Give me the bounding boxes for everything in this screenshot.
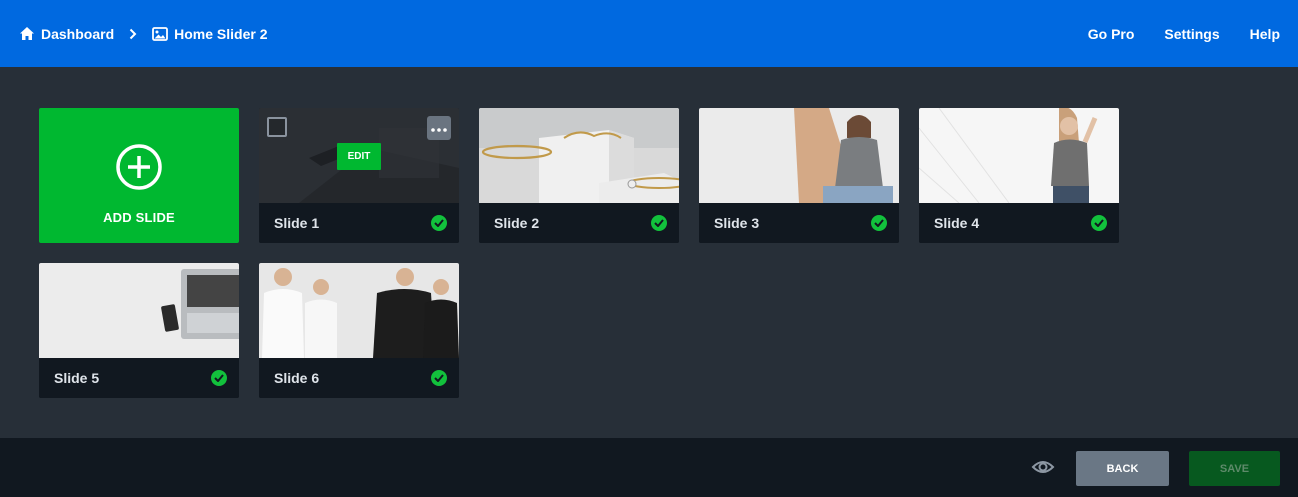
more-horizontal-icon — [431, 119, 447, 137]
check-circle-icon — [431, 215, 447, 231]
add-slide-label: ADD SLIDE — [103, 210, 175, 225]
back-button[interactable]: BACK — [1076, 451, 1169, 486]
breadcrumb-dashboard-label: Dashboard — [41, 25, 115, 42]
check-circle-icon — [871, 215, 887, 231]
slide-select-checkbox[interactable] — [267, 117, 287, 137]
save-button[interactable]: SAVE — [1189, 451, 1280, 486]
chevron-right-icon — [129, 28, 137, 40]
breadcrumb-dashboard[interactable]: Dashboard — [19, 26, 114, 42]
more-options-button[interactable] — [427, 116, 451, 140]
slide-thumbnail — [39, 263, 239, 358]
slide-card[interactable]: Slide 3 — [699, 108, 899, 243]
slide-card[interactable]: Slide 5 — [39, 263, 239, 398]
slide-card[interactable]: Slide 6 — [259, 263, 459, 398]
edit-slide-button[interactable]: EDIT — [337, 143, 381, 170]
slide-thumbnail — [699, 108, 899, 203]
slide-card[interactable]: EDIT Slide 1 — [259, 108, 459, 243]
slide-label: Slide 2 — [494, 215, 540, 231]
breadcrumb-current-label: Home Slider 2 — [174, 25, 268, 42]
slide-footer: Slide 5 — [39, 358, 239, 398]
slide-card[interactable]: Slide 4 — [919, 108, 1119, 243]
slide-label: Slide 4 — [934, 215, 980, 231]
slide-footer: Slide 6 — [259, 358, 459, 398]
help-link[interactable]: Help — [1250, 26, 1280, 42]
check-circle-icon — [651, 215, 667, 231]
add-slide-button[interactable]: ADD SLIDE — [39, 108, 239, 243]
slide-label: Slide 3 — [714, 215, 760, 231]
slide-footer: Slide 4 — [919, 203, 1119, 243]
home-icon — [19, 26, 35, 41]
top-nav: Go Pro Settings Help — [1088, 26, 1280, 42]
slide-card[interactable]: Slide 2 — [479, 108, 679, 243]
slide-thumbnail — [479, 108, 679, 203]
plus-circle-icon — [115, 143, 163, 196]
slide-label: Slide 5 — [54, 370, 100, 386]
top-bar: Dashboard Home Slider 2 Go Pro Settings … — [0, 0, 1298, 67]
check-circle-icon — [431, 370, 447, 386]
slide-thumbnail — [919, 108, 1119, 203]
image-icon — [152, 26, 169, 41]
eye-icon[interactable] — [1031, 457, 1055, 482]
breadcrumb-current: Home Slider 2 — [152, 25, 268, 42]
go-pro-link[interactable]: Go Pro — [1088, 26, 1135, 42]
slide-thumbnail — [259, 263, 459, 358]
slide-footer: Slide 3 — [699, 203, 899, 243]
slide-footer: Slide 2 — [479, 203, 679, 243]
settings-link[interactable]: Settings — [1164, 26, 1219, 42]
breadcrumb: Dashboard Home Slider 2 — [19, 26, 268, 42]
check-circle-icon — [211, 370, 227, 386]
check-circle-icon — [1091, 215, 1107, 231]
slide-label: Slide 1 — [274, 215, 320, 231]
slide-label: Slide 6 — [274, 370, 320, 386]
slide-footer: Slide 1 — [259, 203, 459, 243]
